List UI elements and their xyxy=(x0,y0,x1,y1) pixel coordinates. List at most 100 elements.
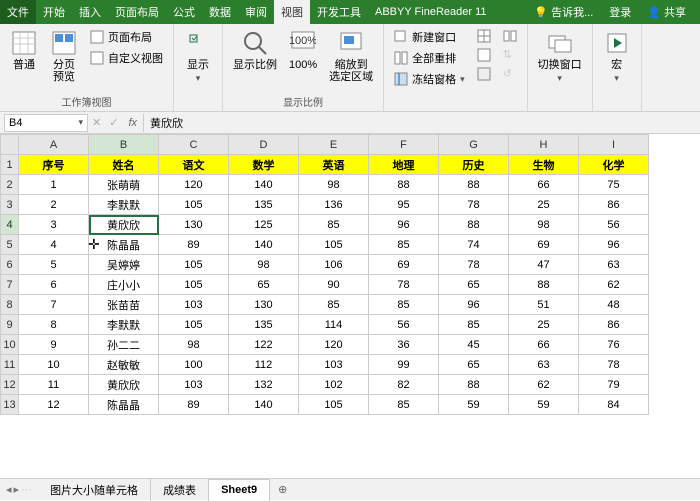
name-box[interactable]: B4▾ xyxy=(4,114,88,132)
grid-cell[interactable]: 114 xyxy=(299,315,369,335)
col-header[interactable]: E xyxy=(299,135,369,155)
grid-cell[interactable]: 25 xyxy=(509,195,579,215)
grid-cell[interactable]: 7 xyxy=(19,295,89,315)
grid-cell[interactable]: 88 xyxy=(439,175,509,195)
grid-cell[interactable]: 66 xyxy=(509,175,579,195)
grid-cell[interactable]: 45 xyxy=(439,335,509,355)
grid-cell[interactable]: 66 xyxy=(509,335,579,355)
grid-cell[interactable]: 56 xyxy=(579,215,649,235)
grid-cell[interactable]: 51 xyxy=(509,295,579,315)
fx-icon[interactable]: fx xyxy=(122,117,143,129)
row-header[interactable]: 7 xyxy=(1,275,19,295)
grid-cell[interactable]: 103 xyxy=(299,355,369,375)
reset-position-button[interactable]: ↺ xyxy=(499,65,521,83)
grid-cell[interactable]: 90 xyxy=(299,275,369,295)
grid-cell[interactable]: 89 xyxy=(159,235,229,255)
zoom-100-button[interactable]: 100%100% xyxy=(285,27,321,73)
row-header[interactable]: 1 xyxy=(1,155,19,175)
grid-cell[interactable]: 82 xyxy=(369,375,439,395)
grid-cell[interactable]: 140 xyxy=(229,395,299,415)
grid-cell[interactable]: 56 xyxy=(369,315,439,335)
grid-cell[interactable]: 张萌萌 xyxy=(89,175,159,195)
unhide-button[interactable] xyxy=(473,65,495,83)
grid-cell[interactable]: 李默默 xyxy=(89,315,159,335)
grid-cell[interactable]: 103 xyxy=(159,375,229,395)
grid-cell[interactable]: 140 xyxy=(229,235,299,255)
col-header[interactable]: I xyxy=(579,135,649,155)
grid-cell[interactable]: 85 xyxy=(369,295,439,315)
grid-cell[interactable]: 36 xyxy=(369,335,439,355)
row-header[interactable]: 6 xyxy=(1,255,19,275)
tab-nav-last-icon[interactable]: ▸ xyxy=(14,483,20,496)
grid-cell[interactable]: 135 xyxy=(229,195,299,215)
grid-cell[interactable]: 88 xyxy=(509,275,579,295)
col-header[interactable]: G xyxy=(439,135,509,155)
freeze-panes-button[interactable]: 冻结窗格 ▾ xyxy=(390,69,469,89)
sync-scroll-button[interactable]: ⇅ xyxy=(499,46,521,64)
grid-cell[interactable]: 105 xyxy=(299,235,369,255)
grid-cell[interactable]: 140 xyxy=(229,175,299,195)
row-header[interactable]: 8 xyxy=(1,295,19,315)
grid-cell[interactable]: 59 xyxy=(439,395,509,415)
grid-cell[interactable]: 78 xyxy=(369,275,439,295)
grid-cell[interactable]: 陈晶晶 xyxy=(89,235,159,255)
grid-cell[interactable]: 85 xyxy=(299,295,369,315)
tell-me[interactable]: 💡 告诉我... xyxy=(528,4,599,20)
grid-cell[interactable]: 47 xyxy=(509,255,579,275)
grid-cell[interactable]: 69 xyxy=(509,235,579,255)
grid-cell[interactable]: 120 xyxy=(299,335,369,355)
grid-cell[interactable]: 122 xyxy=(229,335,299,355)
grid-cell[interactable]: 吴婷婷 xyxy=(89,255,159,275)
grid-cell[interactable]: 84 xyxy=(579,395,649,415)
grid-cell[interactable]: 99 xyxy=(369,355,439,375)
grid-cell[interactable]: 65 xyxy=(439,355,509,375)
row-header[interactable]: 2 xyxy=(1,175,19,195)
grid-cell[interactable]: 130 xyxy=(229,295,299,315)
grid-cell[interactable]: 106 xyxy=(299,255,369,275)
grid-cell[interactable]: 112 xyxy=(229,355,299,375)
menu-tab-3[interactable]: 页面布局 xyxy=(108,0,166,24)
grid-cell[interactable]: 120 xyxy=(159,175,229,195)
grid-cell[interactable]: 105 xyxy=(299,395,369,415)
col-header[interactable]: A xyxy=(19,135,89,155)
row-header[interactable]: 9 xyxy=(1,315,19,335)
grid-cell[interactable]: 105 xyxy=(159,275,229,295)
grid-cell[interactable]: 79 xyxy=(579,375,649,395)
menu-tab-1[interactable]: 开始 xyxy=(36,0,72,24)
grid-cell[interactable]: 105 xyxy=(159,255,229,275)
zoom-button[interactable]: 显示比例 xyxy=(229,27,281,73)
grid-cell[interactable]: 65 xyxy=(439,275,509,295)
grid-cell[interactable]: 25 xyxy=(509,315,579,335)
menu-tab-8[interactable]: 开发工具 xyxy=(310,0,368,24)
zoom-selection-button[interactable]: 缩放到 选定区域 xyxy=(325,27,377,85)
grid-cell[interactable]: 75 xyxy=(579,175,649,195)
show-button[interactable]: 显示▾ xyxy=(180,27,216,86)
header-cell[interactable]: 地理 xyxy=(369,155,439,175)
col-header[interactable]: H xyxy=(509,135,579,155)
row-header[interactable]: 11 xyxy=(1,355,19,375)
custom-views-button[interactable]: 自定义视图 xyxy=(86,48,167,68)
grid-cell[interactable]: 2 xyxy=(19,195,89,215)
grid-cell[interactable]: 63 xyxy=(579,255,649,275)
grid-cell[interactable]: 98 xyxy=(229,255,299,275)
grid-cell[interactable]: 85 xyxy=(369,235,439,255)
macros-button[interactable]: 宏▾ xyxy=(599,27,635,86)
menu-tab-9[interactable]: ABBYY FineReader 11 xyxy=(368,0,494,24)
col-header[interactable]: F xyxy=(369,135,439,155)
grid-cell[interactable]: 11 xyxy=(19,375,89,395)
sheet-tab[interactable]: 图片大小随单元格 xyxy=(38,479,151,501)
row-header[interactable]: 3 xyxy=(1,195,19,215)
arrange-all-button[interactable]: 全部重排 xyxy=(390,48,469,68)
grid-cell[interactable]: 85 xyxy=(439,315,509,335)
grid-cell[interactable]: 96 xyxy=(579,235,649,255)
row-header[interactable]: 10 xyxy=(1,335,19,355)
menu-tab-0[interactable]: 文件 xyxy=(0,0,36,24)
grid-cell[interactable]: 103 xyxy=(159,295,229,315)
grid-cell[interactable]: 135 xyxy=(229,315,299,335)
page-break-preview-button[interactable]: 分页 预览 xyxy=(46,27,82,85)
new-window-button[interactable]: 新建窗口 xyxy=(390,27,469,47)
header-cell[interactable]: 语文 xyxy=(159,155,229,175)
grid-cell[interactable]: 9 xyxy=(19,335,89,355)
grid-cell[interactable]: 1 xyxy=(19,175,89,195)
grid-cell[interactable]: 65 xyxy=(229,275,299,295)
